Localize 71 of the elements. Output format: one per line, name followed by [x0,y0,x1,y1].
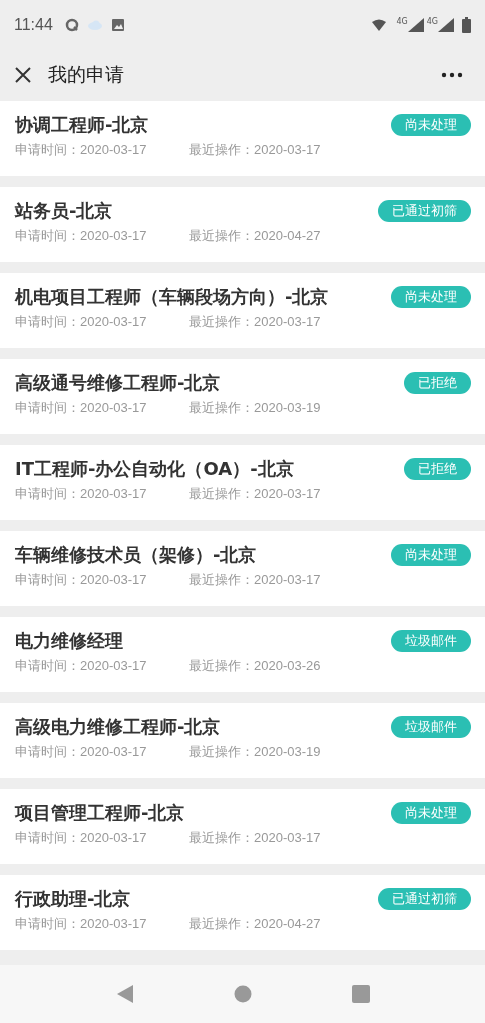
status-badge: 垃圾邮件 [391,630,471,652]
applied-date: 申请时间：2020-03-17 [15,227,148,245]
status-badge: 尚未处理 [391,544,471,566]
cloud-icon [86,20,103,30]
status-badge: 尚未处理 [391,802,471,824]
image-icon [110,18,125,32]
last-action-date: 最近操作：2020-03-19 [189,743,321,761]
recents-icon [351,985,370,1003]
application-card[interactable]: 协调工程师-北京 尚未处理 申请时间：2020-03-17 最近操作：2020-03-17 [0,101,485,176]
job-title: 行政助理-北京 [15,887,131,911]
job-title: 高级电力维修工程师-北京 [15,715,221,739]
close-button[interactable] [14,66,32,84]
job-title: 高级通号维修工程师-北京 [15,371,221,395]
page-title: 我的申请 [48,62,124,87]
notification-icon [64,18,79,32]
status-badge: 已拒绝 [404,372,471,394]
status-badge: 已通过初筛 [378,200,471,222]
status-badge: 已拒绝 [404,458,471,480]
last-action-date: 最近操作：2020-03-17 [189,571,321,589]
last-action-date: 最近操作：2020-03-17 [189,485,321,503]
last-action-date: 最近操作：2020-03-17 [189,313,321,331]
application-card[interactable]: 高级通号维修工程师-北京 已拒绝 申请时间：2020-03-17 最近操作：2020-03-19 [0,359,485,434]
last-action-date: 最近操作：2020-03-19 [189,399,321,417]
applied-date: 申请时间：2020-03-17 [15,485,148,503]
applied-date: 申请时间：2020-03-17 [15,141,148,159]
applied-date: 申请时间：2020-03-17 [15,829,148,847]
application-card[interactable]: 电力维修经理 垃圾邮件 申请时间：2020-03-17 最近操作：2020-03-26 [0,617,485,692]
application-card[interactable]: 行政助理-北京 已通过初筛 申请时间：2020-03-17 最近操作：2020-04-27 [0,875,485,950]
network-type: 4G [396,18,408,26]
network-type: 4G [426,18,438,26]
application-card[interactable]: 机电项目工程师（车辆段场方向）-北京 尚未处理 申请时间：2020-03-17 最近操作：2020-03-17 [0,273,485,348]
applied-date: 申请时间：2020-03-17 [15,657,148,675]
job-title: 机电项目工程师（车辆段场方向）-北京 [15,285,329,309]
home-icon [233,985,252,1003]
job-title: 车辆维修技术员（架修）-北京 [15,543,257,567]
job-title: 电力维修经理 [15,629,123,653]
application-card[interactable]: IT工程师-办公自动化（OA）-北京 已拒绝 申请时间：2020-03-17 最近操作：2020-03-17 [0,445,485,520]
application-card[interactable]: 高级电力维修工程师-北京 垃圾邮件 申请时间：2020-03-17 最近操作：2020-03-19 [0,703,485,778]
job-title: 协调工程师-北京 [15,113,149,137]
wifi-icon [372,18,389,32]
job-title: 站务员-北京 [15,199,113,223]
last-action-date: 最近操作：2020-03-17 [189,141,321,159]
back-button[interactable] [115,984,134,1004]
status-badge: 已通过初筛 [378,888,471,910]
battery-icon [462,17,471,33]
signal-icon [438,18,454,32]
application-card[interactable]: 项目管理工程师-北京 尚未处理 申请时间：2020-03-17 最近操作：2020-03-17 [0,789,485,864]
last-action-date: 最近操作：2020-04-27 [189,227,321,245]
applied-date: 申请时间：2020-03-17 [15,399,148,417]
status-badge: 尚未处理 [391,286,471,308]
applied-date: 申请时间：2020-03-17 [15,571,148,589]
applied-date: 申请时间：2020-03-17 [15,743,148,761]
back-icon [115,984,134,1004]
application-card[interactable]: 车辆维修技术员（架修）-北京 尚未处理 申请时间：2020-03-17 最近操作：2020-03-17 [0,531,485,606]
job-title: 项目管理工程师-北京 [15,801,185,825]
status-time: 11:44 [14,16,53,34]
applied-date: 申请时间：2020-03-17 [15,313,148,331]
last-action-date: 最近操作：2020-03-26 [189,657,321,675]
more-button[interactable] [441,72,463,78]
signal-icon [407,18,424,32]
job-title: IT工程师-办公自动化（OA）-北京 [15,457,294,481]
home-button[interactable] [233,985,252,1003]
status-badge: 尚未处理 [391,114,471,136]
status-badge: 垃圾邮件 [391,716,471,738]
more-icon [441,72,463,78]
last-action-date: 最近操作：2020-04-27 [189,915,321,933]
last-action-date: 最近操作：2020-03-17 [189,829,321,847]
close-icon [14,66,32,84]
applied-date: 申请时间：2020-03-17 [15,915,148,933]
recents-button[interactable] [351,985,370,1003]
application-card[interactable]: 站务员-北京 已通过初筛 申请时间：2020-03-17 最近操作：2020-04-27 [0,187,485,262]
